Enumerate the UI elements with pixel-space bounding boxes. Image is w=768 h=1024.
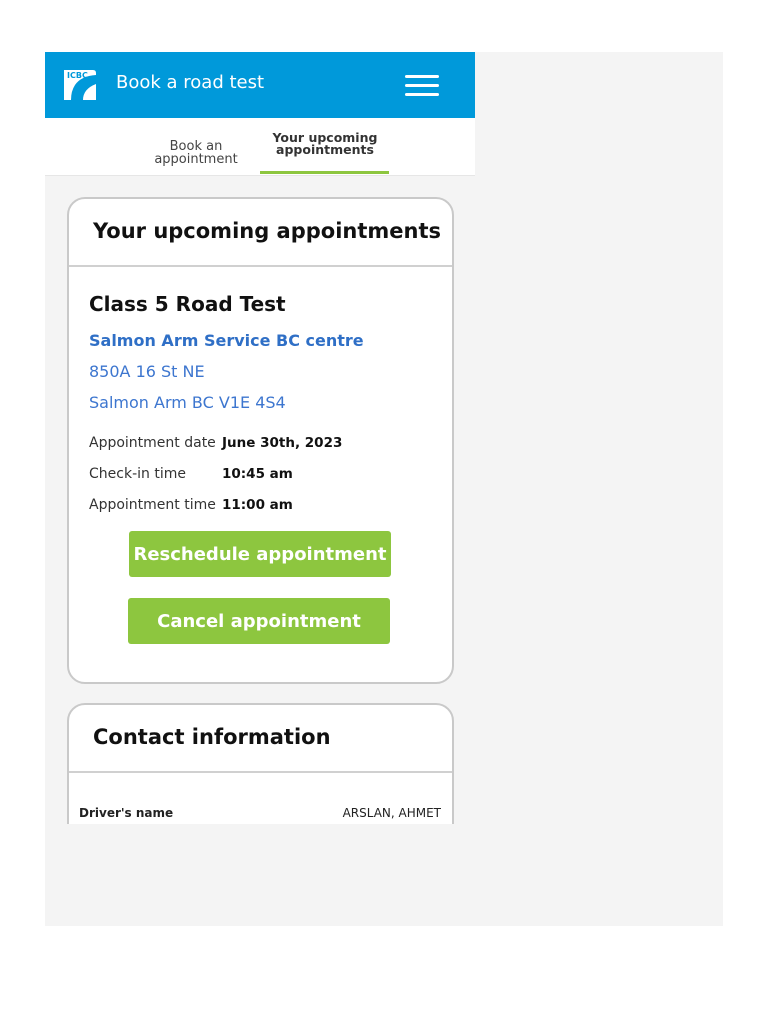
svg-text:ICBC: ICBC bbox=[67, 71, 88, 80]
location-name-link[interactable]: Salmon Arm Service BC centre bbox=[89, 331, 364, 350]
detail-label: Appointment time bbox=[89, 497, 216, 513]
card-title: Contact information bbox=[93, 725, 331, 749]
tab-bar: Book an appointment Your upcoming appoin… bbox=[45, 118, 475, 176]
card-title: Your upcoming appointments bbox=[93, 219, 442, 243]
card-header: Your upcoming appointments bbox=[69, 199, 452, 267]
appointments-card: Your upcoming appointments Class 5 Road … bbox=[67, 197, 454, 684]
active-tab-indicator bbox=[260, 171, 389, 174]
detail-row-checkin: Check-in time 10:45 am bbox=[89, 466, 293, 482]
tab-upcoming-appointments[interactable]: Your upcoming appointments bbox=[260, 131, 390, 156]
detail-row-date: Appointment date June 30th, 2023 bbox=[89, 435, 342, 451]
detail-row-time: Appointment time 11:00 am bbox=[89, 497, 293, 513]
detail-label: Check-in time bbox=[89, 466, 186, 482]
detail-value: 10:45 am bbox=[222, 466, 293, 482]
detail-value: June 30th, 2023 bbox=[222, 435, 343, 451]
tab-book-appointment[interactable]: Book an appointment bbox=[141, 140, 251, 166]
contact-label: Driver's name bbox=[79, 806, 174, 820]
reschedule-button[interactable]: Reschedule appointment bbox=[129, 531, 391, 577]
address-city: Salmon Arm BC V1E 4S4 bbox=[89, 393, 286, 412]
detail-value: 11:00 am bbox=[222, 497, 293, 513]
app-window: ICBC Book a road test Book an appointmen… bbox=[45, 52, 475, 824]
address-street: 850A 16 St NE bbox=[89, 362, 205, 381]
header-title: Book a road test bbox=[116, 72, 265, 93]
contact-value: ARSLAN, AHMET bbox=[342, 806, 441, 820]
contact-row-driver-name: Driver's name ARSLAN, AHMET bbox=[79, 806, 441, 820]
detail-label: Appointment date bbox=[89, 435, 216, 451]
hamburger-menu-icon[interactable] bbox=[405, 75, 439, 97]
top-header: ICBC Book a road test bbox=[45, 52, 475, 118]
test-type: Class 5 Road Test bbox=[89, 292, 286, 316]
icbc-logo: ICBC bbox=[64, 70, 96, 100]
card-header: Contact information bbox=[69, 705, 452, 773]
cancel-appointment-button[interactable]: Cancel appointment bbox=[128, 598, 390, 644]
contact-card: Contact information Driver's name ARSLAN… bbox=[67, 703, 454, 824]
